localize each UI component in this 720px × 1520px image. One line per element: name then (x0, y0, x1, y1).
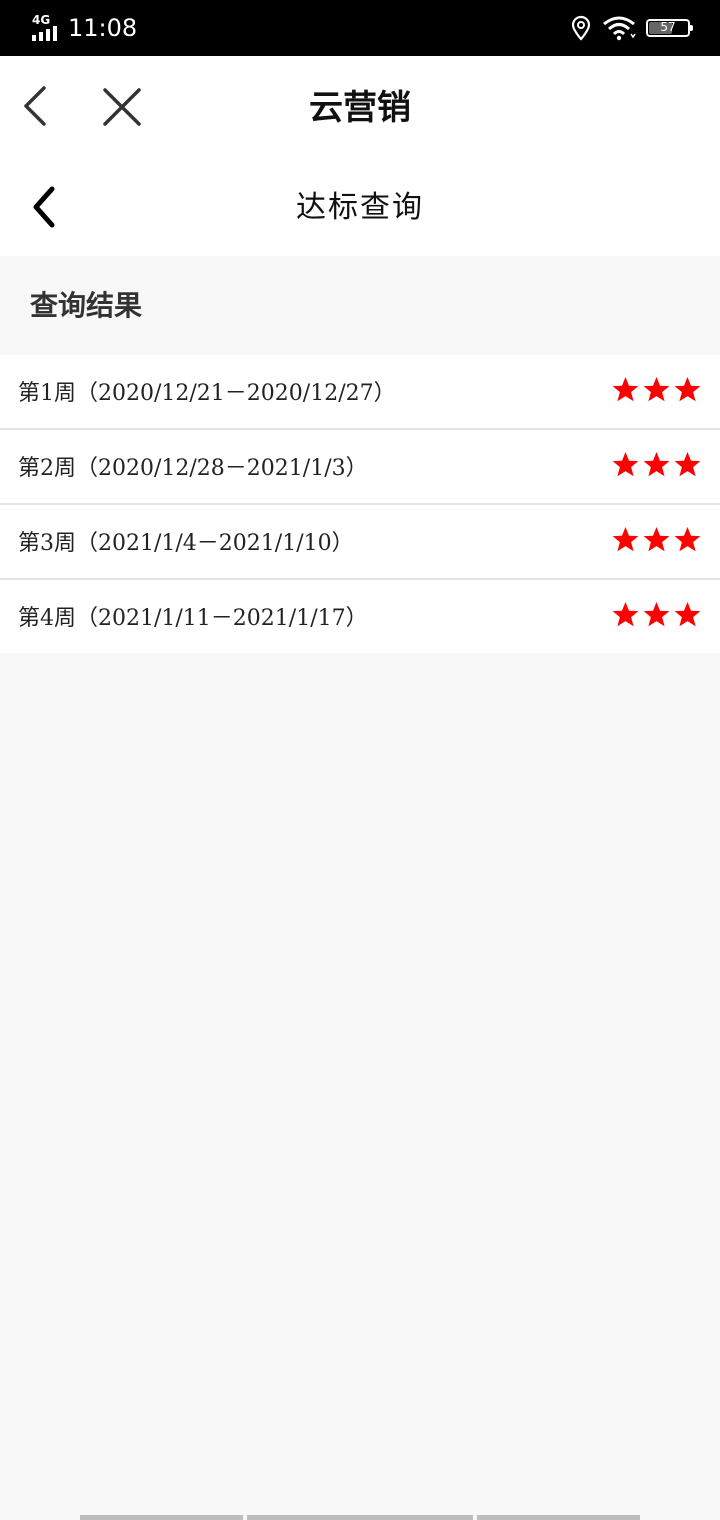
app-header: 云营销 (0, 56, 720, 156)
rating-stars (611, 600, 702, 629)
star-icon (643, 377, 670, 402)
result-row[interactable]: 第4周（2021/1/11－2021/1/17） (0, 580, 720, 653)
status-right: 57 (570, 14, 693, 42)
battery-icon: 57 (646, 19, 693, 37)
status-time: 11:08 (68, 14, 138, 42)
result-label: 第2周（2020/12/28－2021/1/3） (18, 456, 368, 481)
star-icon (643, 452, 670, 477)
result-label: 第3周（2021/1/4－2021/1/10） (18, 531, 354, 556)
star-icon (674, 527, 701, 552)
star-icon (612, 602, 639, 627)
star-icon (612, 452, 639, 477)
result-row[interactable]: 第2周（2020/12/28－2021/1/3） (0, 430, 720, 505)
location-icon (571, 15, 591, 41)
star-icon (674, 377, 701, 402)
section-title: 查询结果 (30, 289, 143, 322)
home-indicator (80, 1515, 640, 1520)
battery-level: 57 (660, 20, 676, 34)
star-icon (674, 452, 701, 477)
star-icon (612, 377, 639, 402)
rating-stars (611, 525, 702, 554)
star-icon (643, 527, 670, 552)
rating-stars (611, 375, 702, 404)
network-type: 4G (32, 13, 51, 27)
page-title: 达标查询 (296, 190, 424, 225)
results-list: 第1周（2020/12/21－2020/12/27） 第2周（2020/12/28… (0, 355, 720, 653)
result-row[interactable]: 第3周（2021/1/4－2021/1/10） (0, 505, 720, 580)
star-icon (643, 602, 670, 627)
page-header: 达标查询 (0, 156, 720, 256)
star-icon (612, 527, 639, 552)
result-row[interactable]: 第1周（2020/12/21－2020/12/27） (0, 355, 720, 430)
result-label: 第4周（2021/1/11－2021/1/17） (18, 606, 368, 631)
result-label: 第1周（2020/12/21－2020/12/27） (18, 381, 396, 406)
rating-stars (611, 450, 702, 479)
star-icon (674, 602, 701, 627)
app-title: 云营销 (309, 88, 411, 128)
wifi-icon (603, 16, 636, 41)
status-left: 4G 11:08 (30, 10, 137, 46)
status-bar: 4G 11:08 57 (0, 0, 720, 56)
signal-icon: 4G (30, 13, 62, 43)
